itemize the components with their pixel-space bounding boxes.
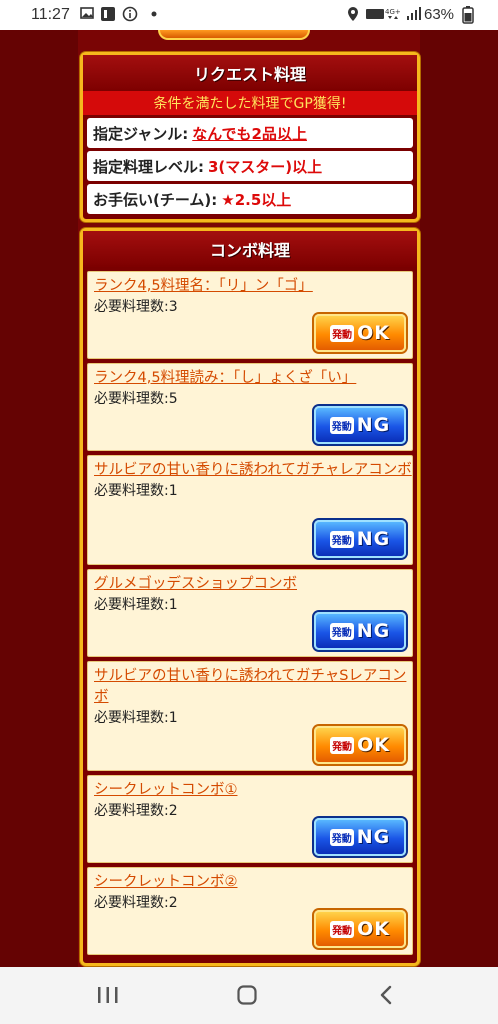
recents-button[interactable] (88, 981, 128, 1009)
combo-name-link[interactable]: シークレットコンボ② (94, 872, 412, 893)
combo-name-link[interactable]: サルビアの甘い香りに誘われてガチャレアコンボ (94, 460, 412, 481)
combo-item: ランク4,5料理名：「リ」ン「ゴ」 必要料理数:3 発動 OK (87, 271, 413, 359)
badge-status: NG (356, 414, 391, 436)
badge-status: OK (357, 918, 390, 940)
req-label: 必要料理数: (94, 895, 169, 911)
signal-icon (406, 6, 422, 26)
combo-item: サルビアの甘い香りに誘われてガチャレアコンボ 必要料理数:1 発動 NG (87, 455, 413, 565)
badge-status: NG (356, 528, 391, 550)
activation-ng-badge: 発動 NG (314, 612, 406, 650)
combo-name-link[interactable]: サルビアの甘い香りに誘われてガチャSレアコンボ (94, 666, 412, 708)
badge-status: OK (357, 734, 390, 756)
activation-ng-badge: 発動 NG (314, 406, 406, 444)
combo-panel: コンボ料理 ランク4,5料理名：「リ」ン「ゴ」 必要料理数:3 発動 OK ランク… (80, 228, 420, 966)
combo-name-link[interactable]: シークレットコンボ① (94, 780, 412, 801)
combo-item: サルビアの甘い香りに誘われてガチャSレアコンボ 必要料理数:1 発動 OK (87, 661, 413, 771)
req-value: 2 (168, 803, 178, 819)
gallery-icon (80, 6, 94, 24)
status-bar: 11:27 4G+ 63% (0, 0, 498, 30)
activation-ng-badge: 発動 NG (314, 818, 406, 856)
activation-ok-badge: 発動 OK (314, 726, 406, 764)
request-banner: 条件を満たした料理でGP獲得! (83, 91, 417, 115)
req-label: 必要料理数: (94, 391, 169, 407)
left-background (0, 30, 78, 967)
helper-value-text: 2.5以上 (234, 190, 292, 209)
back-icon (380, 985, 392, 1005)
page-content[interactable]: リクエスト料理 条件を満たした料理でGP獲得! 指定ジャンル: なんでも2品以上… (0, 30, 498, 967)
star-icon: ★ (221, 190, 235, 209)
badge-status: OK (357, 322, 390, 344)
screenshot-icon (100, 6, 116, 26)
req-value: 3 (168, 299, 178, 315)
genre-label: 指定ジャンル: (93, 124, 189, 143)
badge-prefix: 発動 (329, 416, 354, 434)
dot-icon (150, 6, 158, 26)
combo-item: ランク4,5料理読み：「し」ょくざ「い」 必要料理数:5 発動 NG (87, 363, 413, 451)
req-value: 5 (168, 391, 178, 407)
home-icon (237, 985, 257, 1005)
req-label: 必要料理数: (94, 299, 169, 315)
req-value: 1 (168, 483, 178, 499)
volte-icon: 4G+ (366, 6, 404, 26)
status-time: 11:27 (31, 6, 70, 23)
activation-ng-badge: 発動 NG (314, 520, 406, 558)
combo-name-link[interactable]: グルメゴッデスショップコンボ (94, 574, 412, 595)
combo-name-link[interactable]: ランク4,5料理読み：「し」ょくざ「い」 (94, 368, 412, 389)
battery-icon (462, 6, 474, 28)
activation-ok-badge: 発動 OK (314, 314, 406, 352)
location-icon (347, 6, 359, 26)
req-value: 1 (168, 597, 178, 613)
top-button-edge[interactable] (158, 30, 310, 40)
helper-row: お手伝い(チーム): ★2.5以上 (87, 184, 413, 214)
request-panel-title: リクエスト料理 (83, 55, 417, 91)
combo-requirement: 必要料理数:1 (94, 708, 406, 728)
req-value: 2 (168, 895, 178, 911)
request-panel: リクエスト料理 条件を満たした料理でGP獲得! 指定ジャンル: なんでも2品以上… (80, 52, 420, 222)
level-value: 3(マスター)以上 (208, 157, 323, 176)
genre-row: 指定ジャンル: なんでも2品以上 (87, 118, 413, 148)
right-background (420, 30, 498, 967)
req-label: 必要料理数: (94, 710, 169, 726)
system-nav-bar (0, 967, 498, 1024)
req-label: 必要料理数: (94, 803, 169, 819)
badge-prefix: 発動 (330, 920, 355, 938)
helper-label: お手伝い(チーム): (93, 190, 218, 209)
badge-status: NG (356, 620, 391, 642)
req-value: 1 (168, 710, 178, 726)
combo-item: シークレットコンボ① 必要料理数:2 発動 NG (87, 775, 413, 863)
combo-item: グルメゴッデスショップコンボ 必要料理数:1 発動 NG (87, 569, 413, 657)
level-label: 指定料理レベル: (93, 157, 204, 176)
combo-item: シークレットコンボ② 必要料理数:2 発動 OK (87, 867, 413, 955)
badge-prefix: 発動 (329, 828, 354, 846)
badge-prefix: 発動 (329, 530, 354, 548)
info-icon (122, 6, 138, 26)
recents-icon (98, 987, 118, 1003)
home-button[interactable] (228, 981, 268, 1009)
badge-prefix: 発動 (330, 324, 355, 342)
combo-requirement: 必要料理数:1 (94, 481, 406, 501)
battery-percent: 63% (424, 6, 455, 23)
svg-text:4G+: 4G+ (385, 8, 401, 16)
req-label: 必要料理数: (94, 483, 169, 499)
badge-prefix: 発動 (329, 622, 354, 640)
level-row: 指定料理レベル: 3(マスター)以上 (87, 151, 413, 181)
combo-name-link[interactable]: ランク4,5料理名：「リ」ン「ゴ」 (94, 276, 412, 297)
badge-status: NG (356, 826, 391, 848)
badge-prefix: 発動 (330, 736, 355, 754)
genre-value-link[interactable]: なんでも2品以上 (192, 123, 307, 144)
helper-value: ★2.5以上 (221, 189, 291, 210)
back-button[interactable] (368, 981, 408, 1009)
combo-panel-title: コンボ料理 (83, 231, 417, 267)
req-label: 必要料理数: (94, 597, 169, 613)
activation-ok-badge: 発動 OK (314, 910, 406, 948)
